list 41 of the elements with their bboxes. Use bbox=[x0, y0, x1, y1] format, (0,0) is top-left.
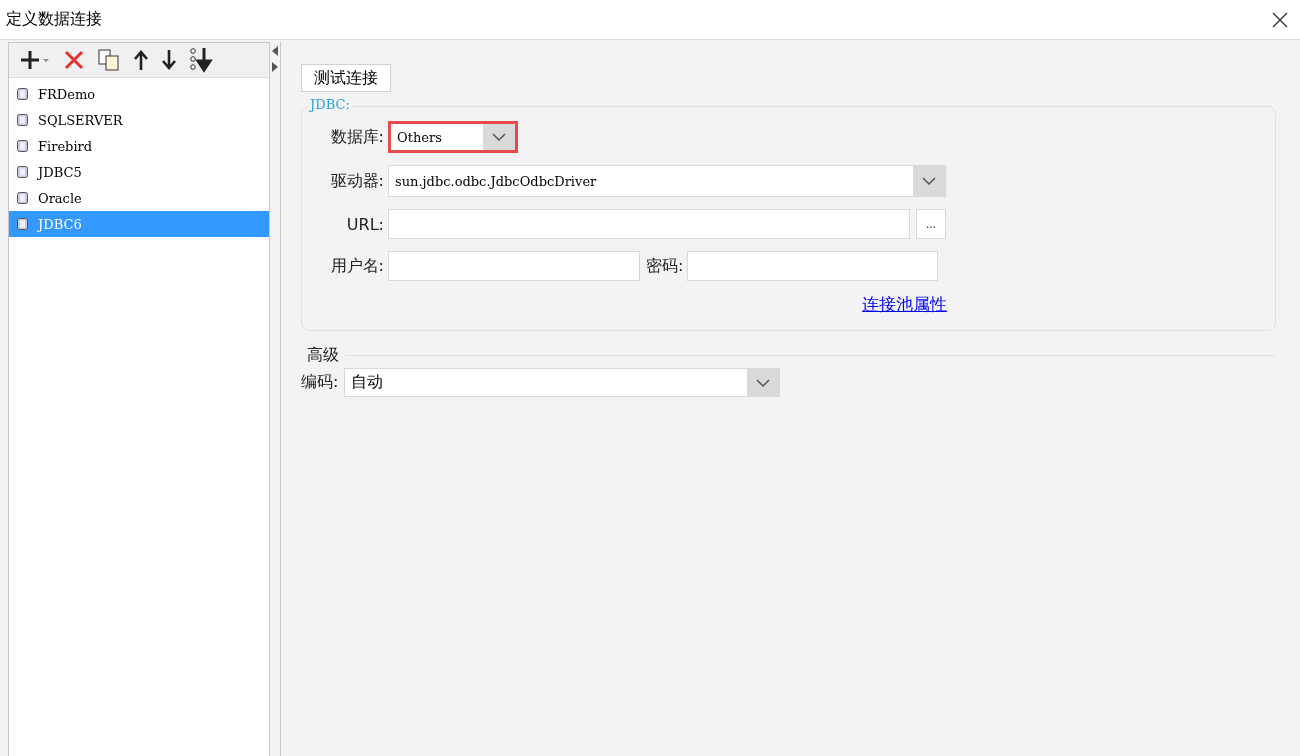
collapse-left-icon[interactable] bbox=[272, 46, 278, 56]
test-connection-button[interactable]: 测试连接 bbox=[301, 64, 391, 92]
connection-item[interactable]: Oracle bbox=[9, 185, 269, 211]
driver-dropdown[interactable]: sun.jdbc.odbc.JdbcOdbcDriver bbox=[388, 165, 946, 197]
copy-icon[interactable] bbox=[97, 48, 121, 72]
database-icon bbox=[17, 192, 28, 204]
browse-button[interactable]: ... bbox=[916, 209, 946, 239]
window-title: 定义数据连接 bbox=[6, 9, 102, 30]
encoding-dropdown[interactable]: 自动 bbox=[344, 368, 781, 397]
sort-down-icon[interactable] bbox=[189, 47, 215, 73]
delete-icon[interactable] bbox=[63, 49, 85, 71]
arrow-up-icon[interactable] bbox=[133, 49, 149, 71]
chevron-down-icon bbox=[492, 133, 506, 141]
database-icon bbox=[17, 166, 28, 178]
field-label: URL: bbox=[345, 214, 384, 234]
url-field[interactable] bbox=[388, 209, 910, 239]
expand-right-icon[interactable] bbox=[272, 62, 278, 72]
database-icon bbox=[17, 140, 28, 152]
field-label: 驱动器: bbox=[329, 170, 384, 192]
database-dropdown[interactable]: Others bbox=[388, 121, 518, 153]
connection-item[interactable]: Firebird bbox=[9, 133, 269, 159]
username-field[interactable] bbox=[388, 251, 640, 281]
field-label: 数据库: bbox=[329, 126, 384, 148]
field-label: 密码: bbox=[646, 255, 684, 277]
database-icon bbox=[17, 88, 28, 100]
connection-item[interactable]: SQLSERVER bbox=[9, 107, 269, 133]
chevron-down-icon bbox=[922, 177, 936, 185]
section-title: 高级 bbox=[306, 345, 339, 366]
add-icon[interactable] bbox=[19, 49, 51, 71]
database-icon bbox=[17, 218, 28, 230]
close-icon[interactable] bbox=[1272, 11, 1288, 28]
chevron-down-icon bbox=[756, 378, 771, 387]
connection-item[interactable]: JDBC5 bbox=[9, 159, 269, 185]
arrow-down-icon[interactable] bbox=[161, 49, 177, 71]
password-field[interactable] bbox=[687, 251, 939, 281]
field-label: 用户名: bbox=[329, 255, 384, 277]
connection-item[interactable]: FRDemo bbox=[9, 81, 269, 107]
field-label: 编码: bbox=[301, 372, 339, 393]
pool-properties-link[interactable]: 连接池属性 bbox=[862, 293, 947, 316]
group-legend: JDBC: bbox=[308, 97, 352, 112]
database-icon bbox=[17, 114, 28, 126]
